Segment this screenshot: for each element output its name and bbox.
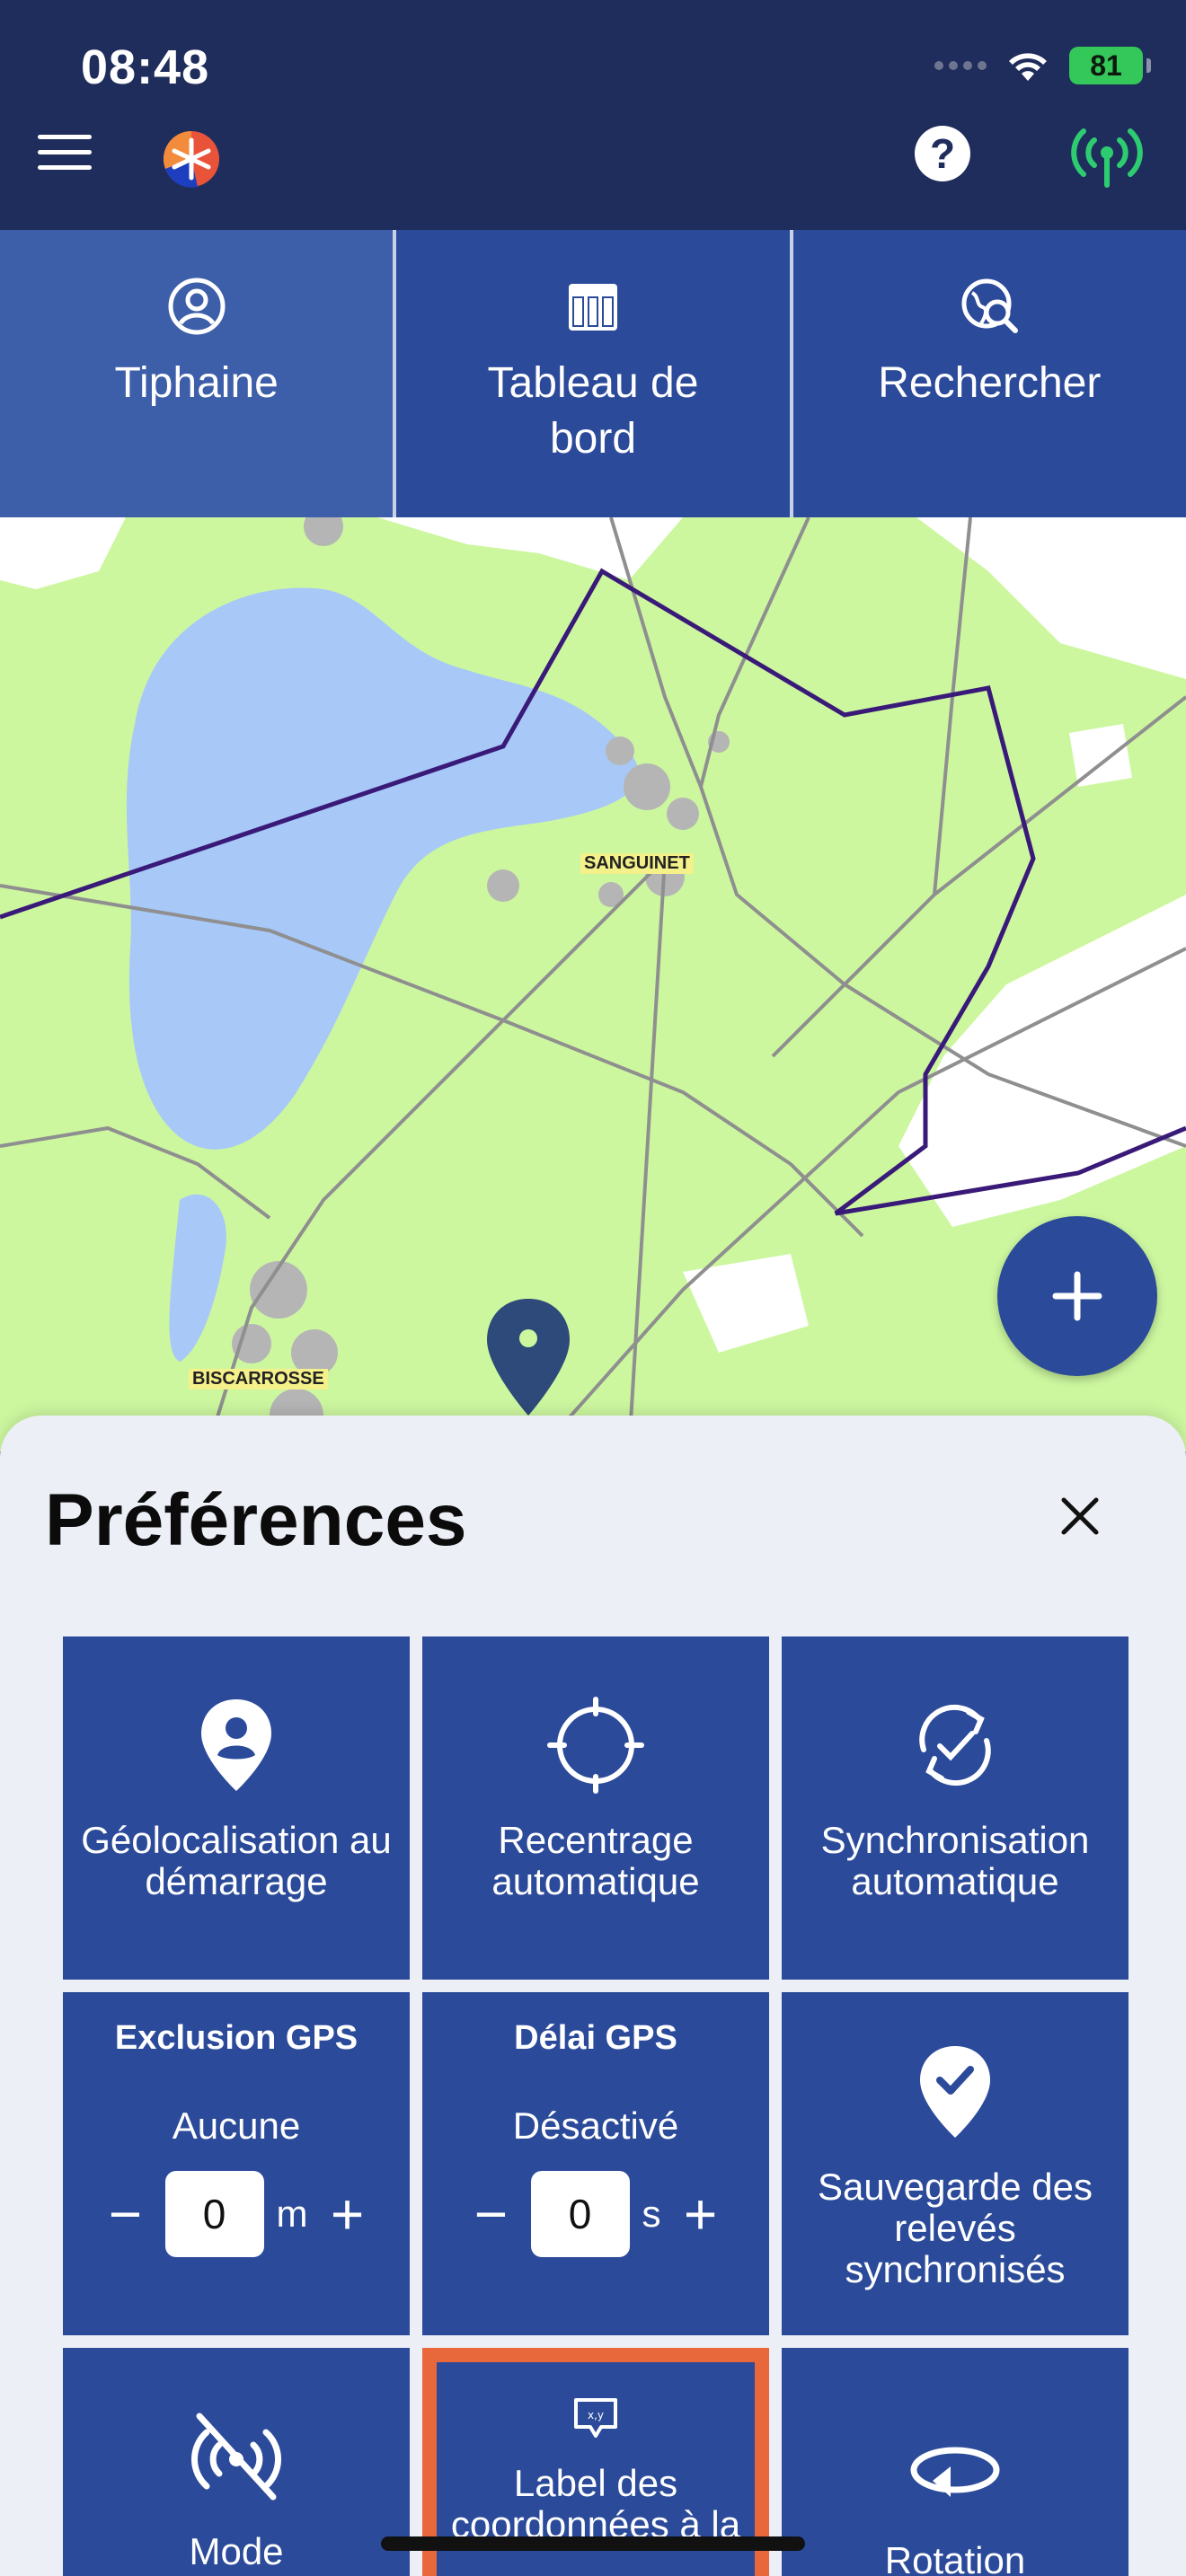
tile-value: Désactivé xyxy=(512,2104,679,2147)
increment-button[interactable]: + xyxy=(321,2185,375,2243)
tile-gps-delay: Délai GPS Désactivé − 0 s + xyxy=(422,1992,769,2335)
search-map-icon xyxy=(961,278,1019,333)
gps-delay-input[interactable]: 0 xyxy=(530,2171,630,2257)
nav-item-profile[interactable]: Tiphaine xyxy=(0,230,397,517)
status-icons: 81 xyxy=(934,47,1151,84)
tile-label: Mode xyxy=(189,2530,284,2572)
tile-label: Rotation xyxy=(884,2539,1026,2576)
no-signal-icon xyxy=(191,2413,281,2501)
decrement-button[interactable]: − xyxy=(99,2185,153,2243)
tile-save-synced-records[interactable]: Sauvegarde des relevés synchronisés xyxy=(782,1992,1128,2335)
map-label-town: SANGUINET xyxy=(580,853,694,874)
increment-button[interactable]: + xyxy=(674,2185,728,2243)
gps-exclusion-input[interactable]: 0 xyxy=(164,2171,264,2257)
tile-label: Sauvegarde des relevés synchronisés xyxy=(818,2166,1093,2290)
pin-check-icon xyxy=(920,2046,990,2138)
sync-check-icon xyxy=(919,1704,991,1786)
sheet-title: Préférences xyxy=(45,1479,467,1561)
hamburger-icon[interactable] xyxy=(38,135,92,171)
unit-label: s xyxy=(642,2192,661,2235)
nav-item-label: Rechercher xyxy=(878,359,1102,407)
location-person-icon xyxy=(201,1699,271,1791)
crosshair-icon xyxy=(547,1697,644,1794)
decrement-button[interactable]: − xyxy=(465,2185,518,2243)
tile-startup-geolocation[interactable]: Géolocalisation au démarrage xyxy=(63,1636,410,1980)
battery-icon: 81 xyxy=(1069,47,1151,84)
close-icon[interactable] xyxy=(1051,1487,1109,1545)
tile-auto-recenter[interactable]: Recentrage automatique xyxy=(422,1636,769,1980)
nav-item-dashboard[interactable]: Tableau de bord xyxy=(396,230,793,517)
gps-delay-stepper: − 0 s + xyxy=(465,2171,728,2257)
tile-label: Recentrage automatique xyxy=(491,1819,700,1902)
help-icon[interactable]: ? xyxy=(915,126,970,181)
add-button[interactable] xyxy=(997,1216,1157,1376)
antenna-icon[interactable] xyxy=(1071,124,1143,189)
tile-label: Géolocalisation au démarrage xyxy=(81,1819,392,1902)
coordinates-label-icon: x,y xyxy=(574,2398,617,2438)
nav-item-label: Tableau de bord xyxy=(487,359,699,463)
location-marker-icon[interactable] xyxy=(487,1299,570,1416)
tile-offline-mode[interactable]: Mode xyxy=(63,2348,410,2576)
cellular-signal-icon xyxy=(934,61,987,70)
home-indicator[interactable] xyxy=(381,2536,805,2551)
tile-heading: Délai GPS xyxy=(514,2019,677,2057)
gps-exclusion-stepper: − 0 m + xyxy=(99,2171,375,2257)
table-icon xyxy=(568,284,617,331)
map-label-town: BISCARROSSE xyxy=(189,1369,328,1389)
app-logo[interactable] xyxy=(162,129,221,189)
main-navigation: Tiphaine Tableau de bord Rechercher xyxy=(0,230,1186,517)
nav-item-label: Tiphaine xyxy=(114,359,279,407)
preferences-sheet: Préférences Géolocalisation au démarrage… xyxy=(0,1416,1186,2576)
unit-label: m xyxy=(276,2192,308,2235)
tile-value: Aucune xyxy=(172,2104,301,2147)
status-time: 08:48 xyxy=(81,40,210,94)
rotation-icon xyxy=(910,2447,1000,2497)
svg-text:x,y: x,y xyxy=(588,2409,604,2422)
tile-label: Synchronisation automatique xyxy=(820,1819,1090,1902)
wifi-icon xyxy=(1009,53,1047,81)
tile-gps-exclusion: Exclusion GPS Aucune − 0 m + xyxy=(63,1992,410,2335)
plus-icon xyxy=(1052,1271,1102,1321)
nav-item-search[interactable]: Rechercher xyxy=(792,230,1186,517)
app-header: 08:48 81 ? xyxy=(0,0,1186,230)
tile-auto-sync[interactable]: Synchronisation automatique xyxy=(782,1636,1128,1980)
tile-label: Label des coordonnées à la xyxy=(450,2462,741,2545)
tile-heading: Exclusion GPS xyxy=(114,2019,358,2057)
tile-rotation[interactable]: Rotation xyxy=(782,2348,1128,2576)
user-icon xyxy=(168,278,226,335)
